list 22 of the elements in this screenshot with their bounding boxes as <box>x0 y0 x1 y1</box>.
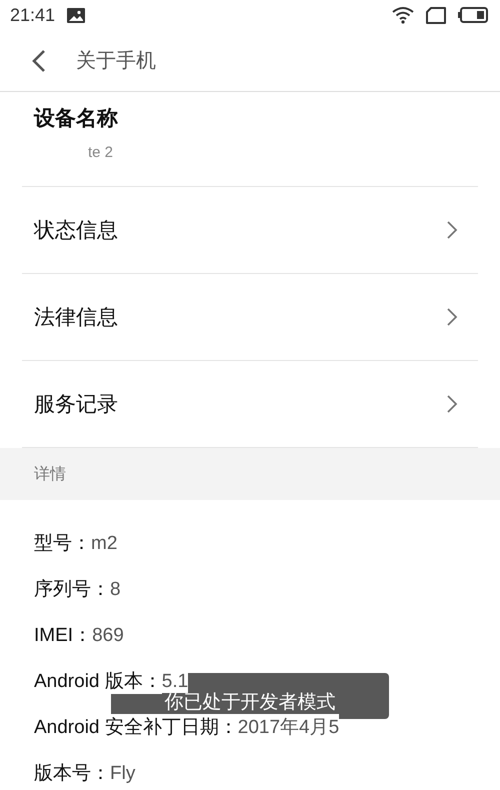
chevron-right-icon <box>446 220 458 240</box>
section-title: 详情 <box>34 464 66 484</box>
back-icon <box>32 48 46 72</box>
list-item[interactable]: 状态信息 <box>22 187 478 274</box>
detail-label: Android 版本： <box>34 668 162 694</box>
list-item[interactable]: 法律信息 <box>22 274 478 361</box>
image-icon <box>67 8 86 22</box>
item-label: 状态信息 <box>34 217 118 244</box>
item-value: te 2 <box>88 144 114 161</box>
detail-value: 5.1 <box>162 671 188 693</box>
page-title: 关于手机 <box>76 47 156 74</box>
detail-value: Fly <box>110 763 136 785</box>
status-time: 21:41 <box>10 4 56 26</box>
chevron-right-icon <box>446 394 458 414</box>
chevron-right-icon <box>446 307 458 327</box>
item-label: 服务记录 <box>34 391 118 418</box>
battery-icon <box>458 7 488 23</box>
sim-card-icon <box>426 6 446 24</box>
item-label: 法律信息 <box>34 304 118 331</box>
wifi-icon <box>392 6 414 24</box>
list-item[interactable]: 设备名称 te 2 <box>22 92 478 187</box>
item-label: 设备名称 <box>34 105 119 132</box>
